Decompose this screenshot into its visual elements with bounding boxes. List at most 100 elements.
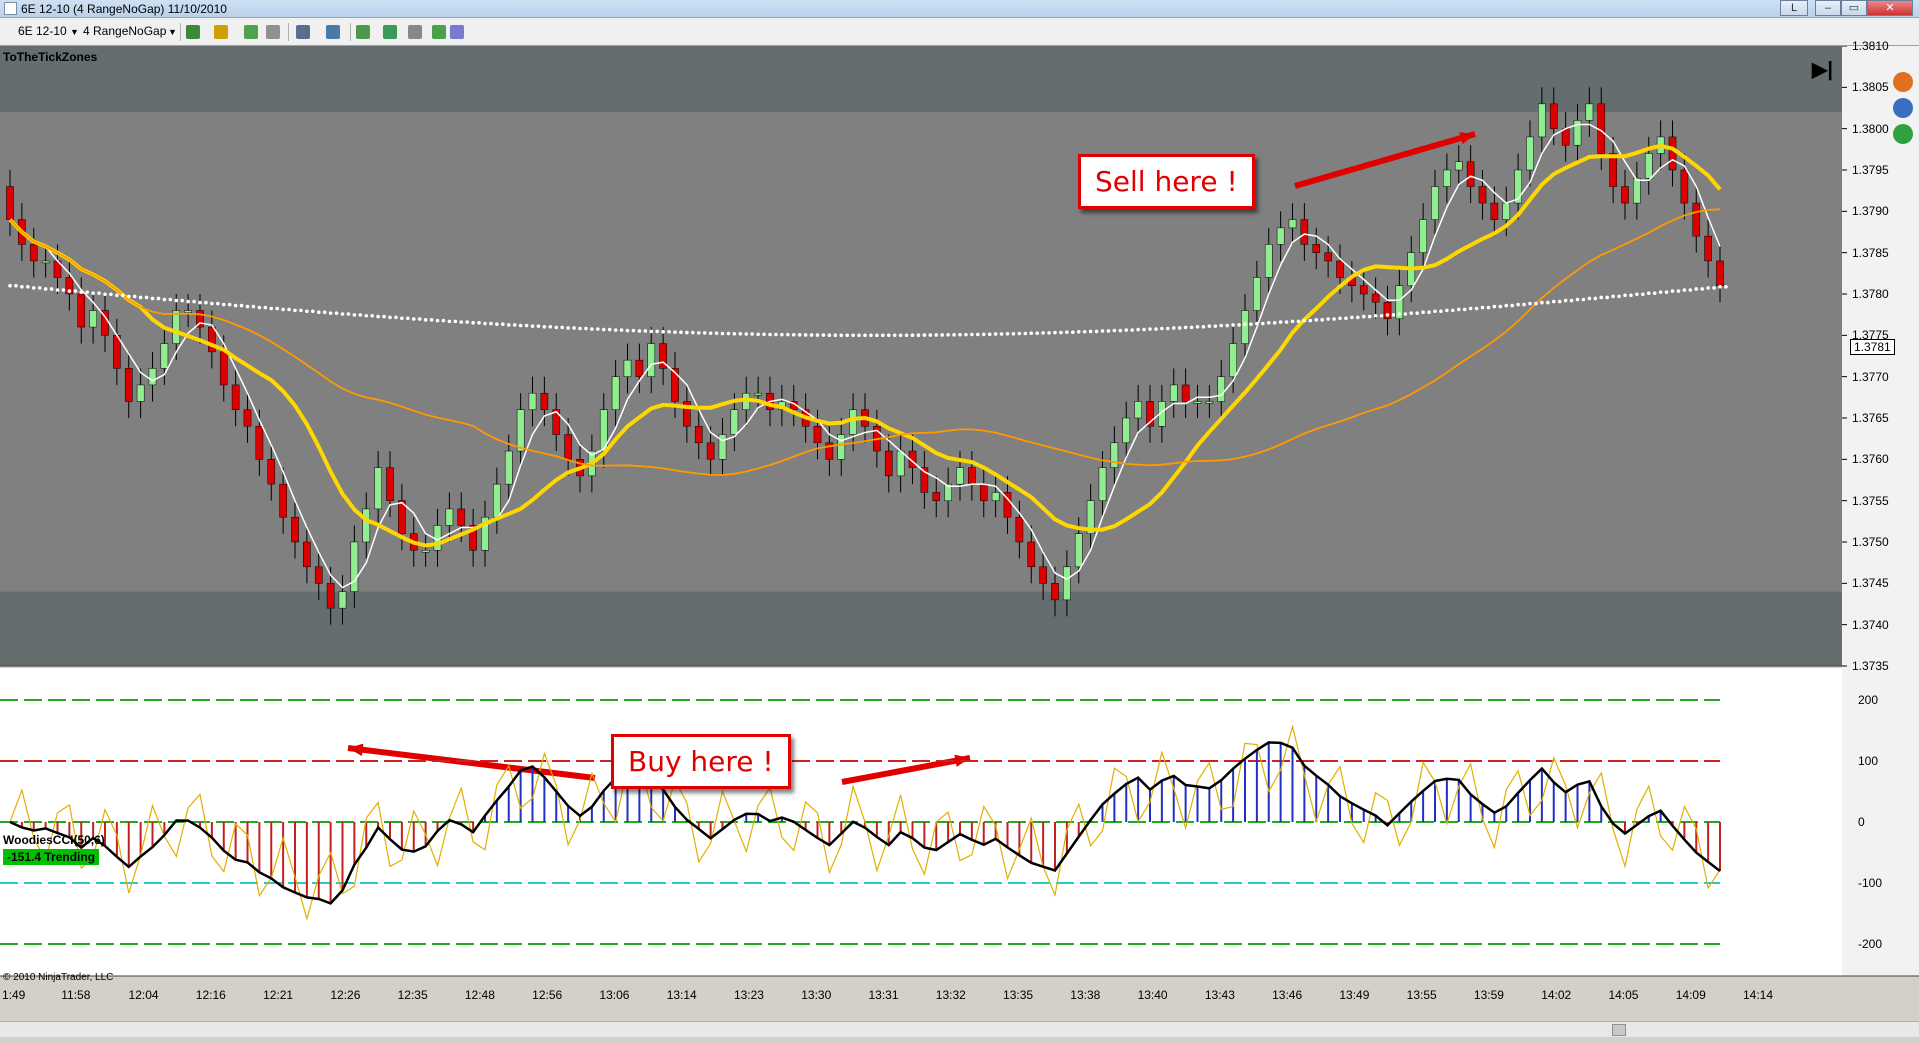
dot-ma bbox=[815, 333, 820, 337]
dot-ma bbox=[1344, 316, 1348, 321]
window-linking-icon[interactable] bbox=[450, 25, 464, 39]
dot-ma bbox=[67, 289, 72, 293]
dot-ma bbox=[1712, 286, 1716, 290]
dot-ma bbox=[382, 314, 386, 319]
time-tick-label: 13:31 bbox=[868, 988, 899, 1002]
side-icon-middle[interactable] bbox=[1893, 98, 1913, 118]
candle bbox=[1585, 103, 1594, 121]
price-tick-label: 1.3810 bbox=[1852, 39, 1889, 53]
dot-ma bbox=[376, 314, 380, 319]
chevron-down-icon[interactable]: ▼ bbox=[70, 27, 79, 37]
scrollbar-thumb[interactable] bbox=[1612, 1024, 1626, 1036]
dot-ma bbox=[168, 297, 173, 302]
chevron-down-icon[interactable]: ▼ bbox=[168, 27, 177, 37]
candle bbox=[1039, 566, 1047, 584]
dot-ma bbox=[1124, 328, 1129, 332]
dot-ma bbox=[554, 325, 559, 330]
candle bbox=[1431, 186, 1439, 220]
dot-ma bbox=[613, 328, 618, 332]
data-box-icon[interactable] bbox=[432, 25, 446, 39]
horizontal-scrollbar[interactable] bbox=[0, 1021, 1919, 1037]
scroll-end-icon[interactable]: ▶| bbox=[1812, 57, 1833, 82]
dot-ma bbox=[1599, 295, 1604, 300]
bar-type-icon[interactable] bbox=[186, 25, 200, 39]
candle bbox=[932, 492, 941, 501]
candle bbox=[219, 351, 228, 386]
dot-ma bbox=[275, 306, 279, 311]
side-icon-top[interactable] bbox=[1893, 72, 1913, 92]
dot-ma bbox=[1350, 315, 1354, 320]
dot-ma bbox=[1706, 286, 1710, 290]
dot-ma bbox=[1225, 323, 1229, 328]
dot-ma bbox=[1100, 329, 1105, 333]
dot-ma bbox=[673, 330, 677, 334]
side-icon-bottom[interactable] bbox=[1893, 124, 1913, 144]
dot-ma bbox=[1688, 288, 1693, 292]
time-tick-label: 13:32 bbox=[935, 988, 966, 1002]
price-tick-label: 1.3760 bbox=[1852, 452, 1889, 467]
candle bbox=[1466, 161, 1475, 187]
candle bbox=[386, 467, 394, 501]
zoom-icon[interactable] bbox=[326, 25, 340, 39]
pencil-draw-icon[interactable] bbox=[214, 25, 228, 39]
dot-ma bbox=[1569, 298, 1574, 303]
properties-icon[interactable] bbox=[408, 25, 422, 39]
link-button[interactable]: L bbox=[1780, 0, 1808, 16]
time-tick-label: 12:04 bbox=[128, 988, 159, 1002]
time-tick-label: 13:06 bbox=[599, 988, 630, 1002]
dot-ma bbox=[429, 318, 434, 322]
dot-ma bbox=[809, 333, 814, 337]
time-tick-label: 13:23 bbox=[733, 988, 764, 1002]
candle bbox=[1478, 186, 1487, 204]
dot-ma bbox=[738, 332, 743, 336]
dot-ma bbox=[999, 332, 1004, 336]
candle bbox=[1549, 103, 1558, 129]
dot-ma bbox=[305, 309, 309, 314]
cursor-select-icon[interactable] bbox=[296, 25, 310, 39]
line-tool-icon[interactable] bbox=[266, 25, 280, 39]
dot-ma bbox=[590, 327, 594, 331]
candle bbox=[1371, 293, 1380, 303]
dot-ma bbox=[797, 333, 802, 337]
dot-ma bbox=[293, 308, 297, 313]
chart-area[interactable]: ToTheTickZones WoodiesCCI(50,6) -151.4 T… bbox=[0, 39, 1919, 1043]
time-tick-label: 14:02 bbox=[1541, 988, 1572, 1002]
dot-ma bbox=[702, 331, 707, 335]
period-selector[interactable]: 4 RangeNoGap bbox=[83, 24, 166, 38]
dot-ma bbox=[1664, 290, 1669, 294]
instrument-selector[interactable]: 6E 12-10 bbox=[18, 24, 67, 38]
dot-ma bbox=[1166, 326, 1170, 331]
maximize-button[interactable]: ▭ bbox=[1841, 0, 1867, 16]
dot-ma bbox=[91, 291, 95, 296]
strategies-icon[interactable] bbox=[383, 25, 397, 39]
dot-ma bbox=[1308, 318, 1313, 323]
time-tick-label: 13:46 bbox=[1272, 988, 1303, 1002]
indicators-icon[interactable] bbox=[356, 25, 370, 39]
dot-ma bbox=[1201, 324, 1206, 329]
dot-ma bbox=[49, 287, 54, 291]
dot-ma bbox=[542, 324, 547, 329]
dot-ma bbox=[1421, 310, 1425, 315]
dot-ma bbox=[14, 283, 18, 288]
dot-ma bbox=[803, 333, 808, 337]
ninjatrader-chart-window: 6E 12-10 (4 RangeNoGap) 11/10/2010 L – ▭… bbox=[0, 0, 1919, 1043]
chart-toolbar: 6E 12-10 ▼ 4 RangeNoGap ▼ bbox=[0, 18, 1919, 46]
candle bbox=[267, 459, 276, 485]
time-tick-label: 12:35 bbox=[397, 988, 428, 1002]
dot-ma bbox=[322, 310, 327, 315]
close-button[interactable]: ✕ bbox=[1867, 0, 1913, 16]
dot-ma bbox=[1326, 317, 1330, 321]
dot-ma bbox=[370, 313, 374, 318]
minimize-button[interactable]: – bbox=[1815, 0, 1841, 16]
dot-ma bbox=[1593, 296, 1598, 301]
chart-canvas[interactable] bbox=[0, 46, 1919, 1043]
candle bbox=[1644, 153, 1653, 179]
candle bbox=[516, 409, 525, 452]
dot-ma bbox=[1154, 327, 1158, 331]
dot-ma bbox=[1255, 321, 1259, 326]
dot-ma bbox=[26, 285, 30, 289]
candle bbox=[1051, 583, 1059, 601]
crosshair-icon[interactable] bbox=[244, 25, 258, 39]
dot-ma bbox=[863, 333, 867, 338]
time-tick-label: 13:30 bbox=[801, 988, 832, 1002]
